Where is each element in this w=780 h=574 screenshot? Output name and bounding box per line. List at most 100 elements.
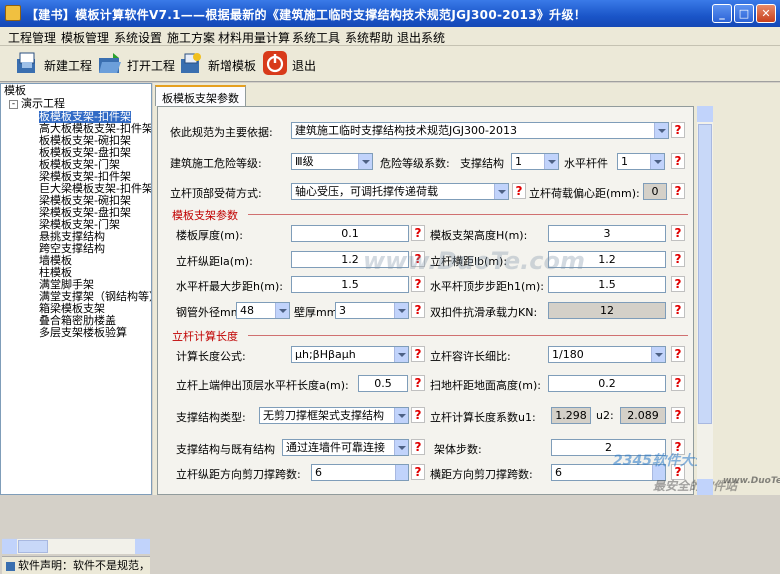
app-icon xyxy=(5,5,21,21)
help-icon[interactable]: ? xyxy=(671,375,685,391)
type-select[interactable]: 无剪刀撑框架式支撑结构 xyxy=(259,407,409,424)
yspan-label: 横距方向剪刀撑跨数: xyxy=(430,468,533,481)
formula-select[interactable]: μh;βHβaμh xyxy=(291,346,409,363)
tree-root[interactable]: - 演示工程 xyxy=(9,98,65,110)
content-pane: 板模板支架参数 依此规范为主要依据: 建筑施工临时支撑结构技术规范JGJ300-… xyxy=(153,83,780,495)
collapse-icon[interactable]: - xyxy=(9,99,18,109)
height-field[interactable]: 3 xyxy=(548,225,666,242)
danger-select[interactable]: Ⅲ级 xyxy=(291,153,373,170)
help-icon[interactable]: ? xyxy=(671,251,685,267)
power-icon xyxy=(263,51,287,75)
watermark-duote: www.DuoTe.com xyxy=(363,247,585,275)
help-icon[interactable]: ? xyxy=(671,153,685,169)
help-icon[interactable]: ? xyxy=(411,375,425,391)
new-project-button[interactable]: 新建工程 xyxy=(14,50,94,78)
hbar-select[interactable]: 1 xyxy=(617,153,665,170)
menu-plan[interactable]: 施工方案 xyxy=(167,29,215,46)
new-template-button[interactable]: 新增模板 xyxy=(178,50,260,78)
scroll-left-icon[interactable] xyxy=(2,539,17,554)
help-icon[interactable]: ? xyxy=(671,183,685,199)
help-icon[interactable]: ? xyxy=(411,346,425,362)
help-icon[interactable]: ? xyxy=(411,407,425,423)
xspan-stepper[interactable]: 6 xyxy=(311,464,409,481)
help-icon[interactable]: ? xyxy=(671,302,685,318)
section-divider xyxy=(248,335,688,336)
maximize-button[interactable]: □ xyxy=(734,4,754,23)
scroll-up-icon[interactable] xyxy=(697,106,713,122)
conn-select[interactable]: 通过连墙件可靠连接 xyxy=(282,439,409,456)
help-icon[interactable]: ? xyxy=(671,122,685,138)
tab-params[interactable]: 板模板支架参数 xyxy=(155,85,246,106)
tree-item[interactable]: 多层支架楼板验算 xyxy=(39,327,127,339)
chevron-down-icon xyxy=(275,303,289,318)
h1-field[interactable]: 1.5 xyxy=(548,276,666,293)
pipe-label: 钢管外径mm xyxy=(176,306,242,319)
menu-settings[interactable]: 系统设置 xyxy=(114,29,162,46)
new-project-icon xyxy=(17,52,35,73)
help-icon[interactable]: ? xyxy=(671,346,685,362)
help-icon[interactable]: ? xyxy=(671,225,685,241)
template-tree[interactable]: 模板 - 演示工程 板模板支架-扣件架 高大板模板支架-扣件架 板模板支架-碗扣架… xyxy=(1,84,151,468)
menu-material[interactable]: 材料用量计算 xyxy=(218,29,290,46)
chevron-down-icon xyxy=(394,440,408,455)
scroll-right-icon[interactable] xyxy=(135,539,150,554)
status-bar: 软件声明：软件不是规范， xyxy=(2,556,150,574)
h-field[interactable]: 1.5 xyxy=(291,276,409,293)
help-icon[interactable]: ? xyxy=(411,302,425,318)
danger-label: 建筑施工危险等级: xyxy=(170,157,262,170)
h-label: 水平杆最大步距h(m): xyxy=(176,280,283,293)
scroll-thumb[interactable] xyxy=(698,124,712,424)
sweep-field[interactable]: 0.2 xyxy=(548,375,666,392)
sweep-label: 扫地杆距地面高度(m): xyxy=(430,379,542,392)
help-icon[interactable]: ? xyxy=(411,225,425,241)
menu-bar: 工程管理 模板管理 系统设置 施工方案 材料用量计算 系统工具 系统帮助 退出系… xyxy=(0,27,780,46)
menu-project[interactable]: 工程管理 xyxy=(8,29,56,46)
watermark-2345: 2345软件大全 xyxy=(613,453,708,469)
kn-field[interactable]: 12 xyxy=(548,302,666,319)
chevron-down-icon xyxy=(394,347,408,362)
code-select[interactable]: 建筑施工临时支撑结构技术规范JGJ300-2013 xyxy=(291,122,669,139)
info-icon xyxy=(6,561,15,571)
tree-pane-title: 模板 xyxy=(4,84,26,97)
u1-field[interactable]: 1.298 xyxy=(551,407,591,424)
minimize-button[interactable]: _ xyxy=(712,4,732,23)
new-template-icon xyxy=(181,53,201,73)
kn-label: 双扣件抗滑承载力KN: xyxy=(430,306,538,319)
menu-template[interactable]: 模板管理 xyxy=(61,29,109,46)
help-icon[interactable]: ? xyxy=(671,276,685,292)
help-icon[interactable]: ? xyxy=(512,183,526,199)
load-select[interactable]: 轴心受压，可调托撑传递荷载 xyxy=(291,183,509,200)
menu-tools[interactable]: 系统工具 xyxy=(292,29,340,46)
u2-field[interactable]: 2.089 xyxy=(620,407,666,424)
chevron-down-icon xyxy=(650,154,664,169)
menu-help[interactable]: 系统帮助 xyxy=(345,29,393,46)
slender-select[interactable]: 1/180 xyxy=(548,346,666,363)
help-icon[interactable]: ? xyxy=(411,276,425,292)
help-icon[interactable]: ? xyxy=(411,464,425,480)
params-vertical-scrollbar[interactable] xyxy=(697,106,713,495)
wall-select[interactable]: 3 xyxy=(335,302,409,319)
la-label: 立杆纵距la(m): xyxy=(176,255,253,268)
pipe-select[interactable]: 48 xyxy=(236,302,290,319)
thick-field[interactable]: 0.1 xyxy=(291,225,409,242)
chevron-down-icon xyxy=(544,154,558,169)
open-project-icon xyxy=(99,53,121,73)
scroll-down-icon[interactable] xyxy=(697,479,713,495)
template-tree-pane: 模板 - 演示工程 板模板支架-扣件架 高大板模板支架-扣件架 板模板支架-碗扣架… xyxy=(0,83,152,574)
exit-button[interactable]: 退出 xyxy=(262,50,317,78)
close-button[interactable]: ✕ xyxy=(756,4,776,23)
menu-exit[interactable]: 退出系统 xyxy=(397,29,445,46)
watermark-duote-url: www.DuoTe.com xyxy=(723,476,780,486)
ext-field[interactable]: 0.5 xyxy=(358,375,408,392)
support-select[interactable]: 1 xyxy=(511,153,559,170)
spin-arrows-icon[interactable] xyxy=(395,465,408,480)
section-title-length: 立杆计算长度 xyxy=(172,330,238,343)
help-icon[interactable]: ? xyxy=(411,439,425,455)
open-project-button[interactable]: 打开工程 xyxy=(97,50,175,78)
xspan-label: 立杆纵距方向剪刀撑跨数: xyxy=(176,468,301,481)
window-title: 【建书】模板计算软件V7.1——根据最新的《建筑施工临时支撑结构技术规范JGJ3… xyxy=(26,8,587,22)
scroll-thumb[interactable] xyxy=(18,540,48,553)
ecc-field[interactable]: 0 xyxy=(643,183,667,200)
tree-horizontal-scrollbar[interactable] xyxy=(2,538,150,554)
help-icon[interactable]: ? xyxy=(671,407,685,423)
